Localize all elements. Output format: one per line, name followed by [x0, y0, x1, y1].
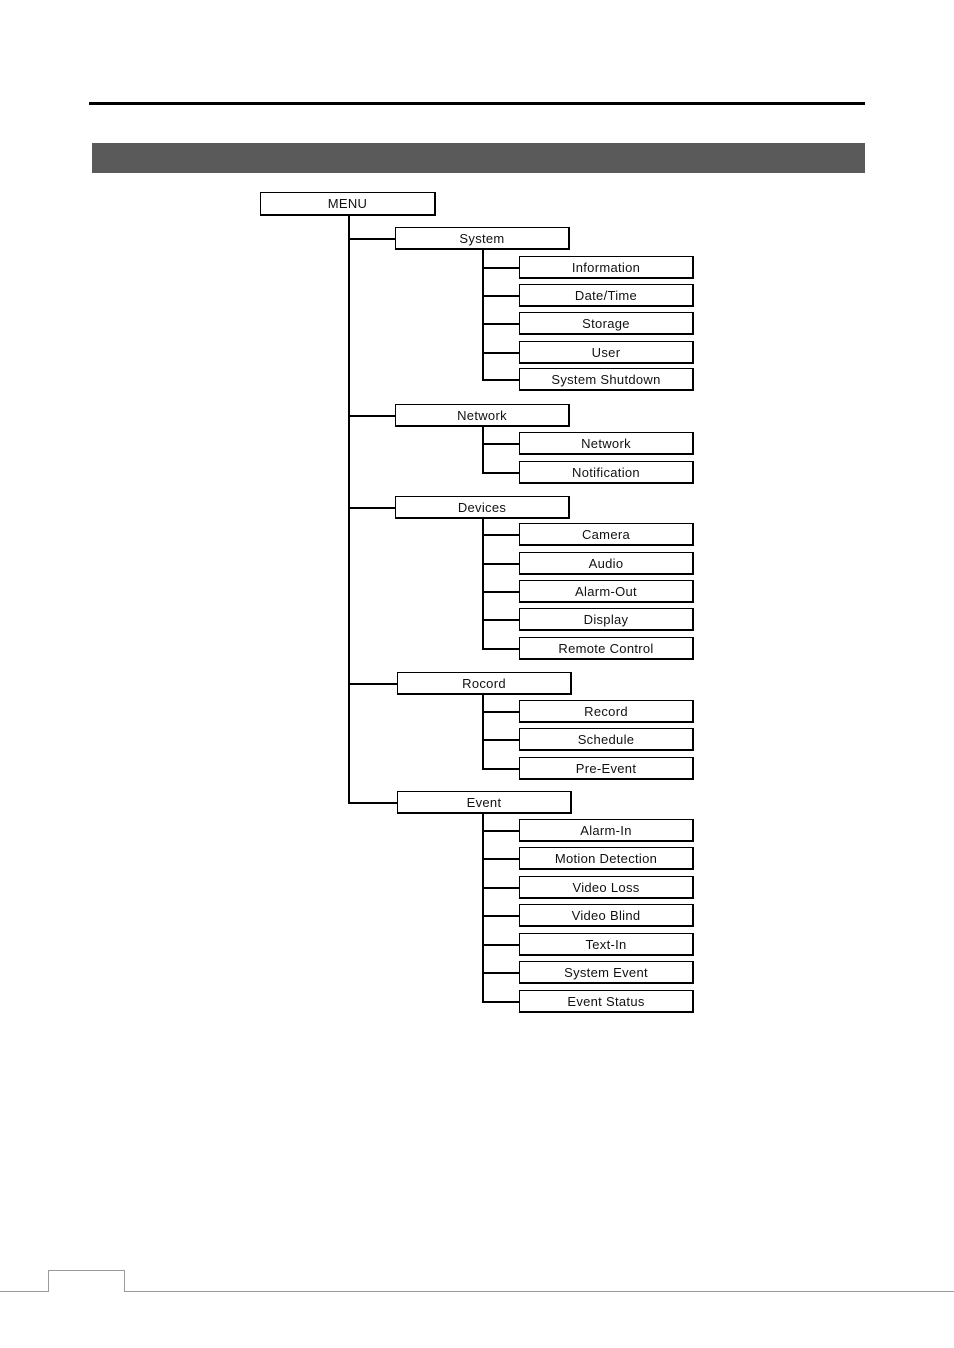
page-number-tab — [48, 1270, 125, 1292]
child-box: Alarm-In — [519, 819, 694, 842]
child-box: Storage — [519, 312, 694, 335]
child-connector — [482, 944, 519, 946]
child-connector — [482, 591, 519, 593]
child-connector — [482, 443, 519, 445]
child-connector — [482, 295, 519, 297]
child-box: Event Status — [519, 990, 694, 1013]
branch-box-event: Event — [397, 791, 572, 814]
child-connector — [482, 352, 519, 354]
footer-rule — [0, 1291, 954, 1292]
branch-box-devices: Devices — [395, 496, 570, 519]
child-box: Remote Control — [519, 637, 694, 660]
child-box: Motion Detection — [519, 847, 694, 870]
child-connector — [482, 915, 519, 917]
child-box: System Event — [519, 961, 694, 984]
section-title-bar — [92, 143, 865, 173]
child-connector — [482, 887, 519, 889]
branch-connector — [348, 802, 397, 804]
child-box: Display — [519, 608, 694, 631]
child-connector — [482, 739, 519, 741]
child-box: User — [519, 341, 694, 364]
child-box: Network — [519, 432, 694, 455]
child-box: Schedule — [519, 728, 694, 751]
child-connector — [482, 711, 519, 713]
child-connector — [482, 534, 519, 536]
branch-box-network: Network — [395, 404, 570, 427]
branch-connector — [348, 683, 397, 685]
branch-connector — [348, 507, 395, 509]
child-connector — [482, 1001, 519, 1003]
child-box: Date/Time — [519, 284, 694, 307]
child-box: Alarm-Out — [519, 580, 694, 603]
child-connector — [482, 563, 519, 565]
child-box: Audio — [519, 552, 694, 575]
child-connector — [482, 858, 519, 860]
child-connector — [482, 830, 519, 832]
child-box: Camera — [519, 523, 694, 546]
branch-connector — [348, 415, 395, 417]
child-connector — [482, 648, 519, 650]
header-rule — [89, 102, 865, 105]
child-box: Notification — [519, 461, 694, 484]
menu-root-box: MENU — [260, 192, 436, 216]
child-box: System Shutdown — [519, 368, 694, 391]
sub-trunk-line — [482, 427, 484, 473]
child-connector — [482, 472, 519, 474]
child-box: Text-In — [519, 933, 694, 956]
branch-box-system: System — [395, 227, 570, 250]
branch-box-rocord: Rocord — [397, 672, 572, 695]
child-connector — [482, 267, 519, 269]
trunk-line — [348, 216, 350, 803]
child-connector — [482, 768, 519, 770]
child-box: Record — [519, 700, 694, 723]
child-box: Video Loss — [519, 876, 694, 899]
child-connector — [482, 323, 519, 325]
child-box: Information — [519, 256, 694, 279]
child-connector — [482, 379, 519, 381]
sub-trunk-line — [482, 250, 484, 380]
child-connector — [482, 619, 519, 621]
sub-trunk-line — [482, 695, 484, 769]
child-box: Video Blind — [519, 904, 694, 927]
sub-trunk-line — [482, 519, 484, 649]
branch-connector — [348, 238, 395, 240]
child-connector — [482, 972, 519, 974]
child-box: Pre-Event — [519, 757, 694, 780]
